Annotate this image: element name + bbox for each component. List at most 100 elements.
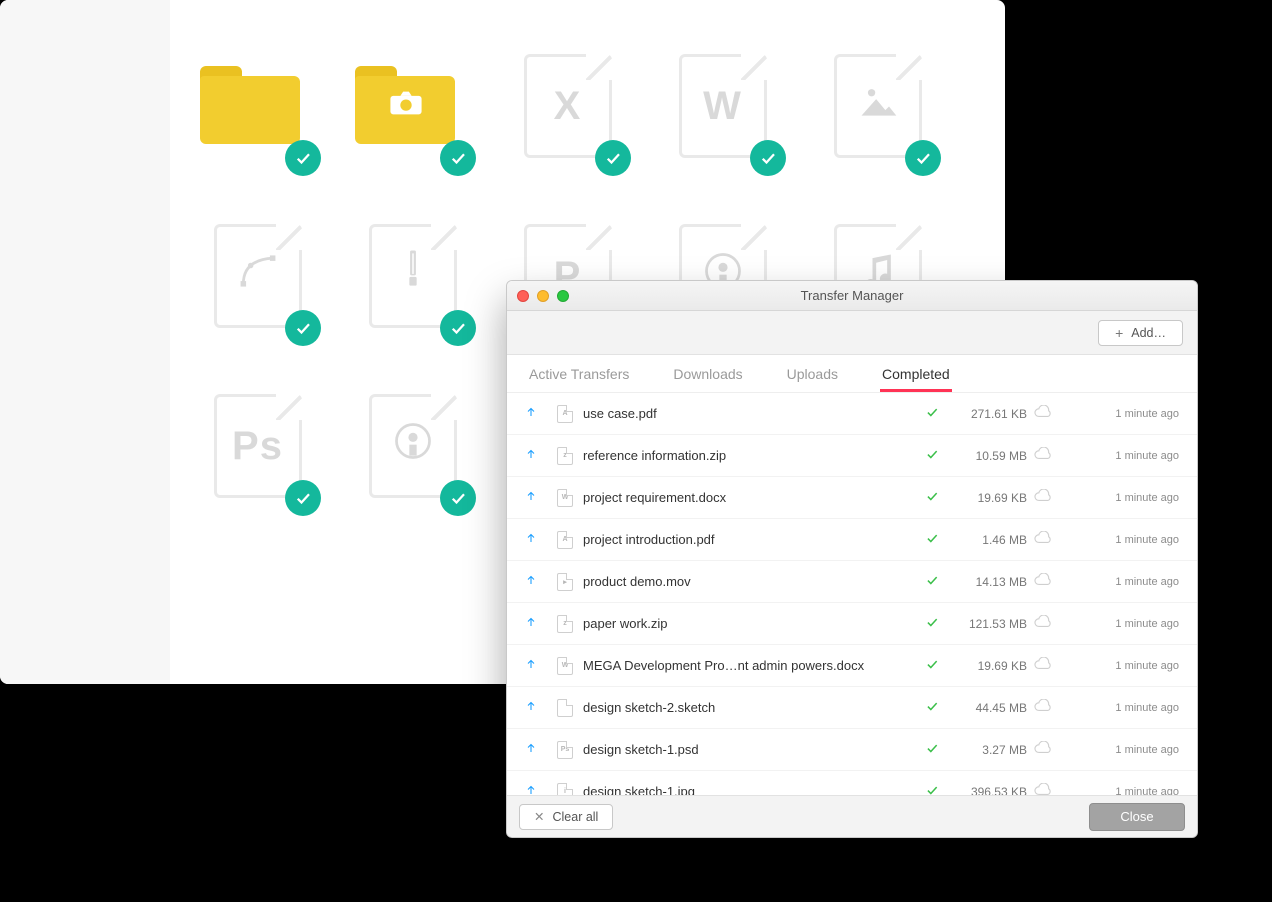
upload-arrow-icon <box>525 574 551 589</box>
tab-completed[interactable]: Completed <box>880 366 952 392</box>
cloud-icon[interactable] <box>1033 615 1073 632</box>
cloud-icon[interactable] <box>1033 741 1073 758</box>
transfer-row[interactable]: zpaper work.zip121.53 MB1 minute ago <box>507 603 1197 645</box>
file-icon <box>834 54 922 158</box>
folder-tile[interactable] <box>355 50 470 170</box>
file-tile[interactable] <box>355 220 470 340</box>
file-name: project introduction.pdf <box>583 532 919 547</box>
add-button-label: Add… <box>1131 326 1166 340</box>
status-check-icon <box>925 531 949 548</box>
tab-downloads[interactable]: Downloads <box>671 366 744 392</box>
status-check-icon <box>925 615 949 632</box>
transfer-list[interactable]: Ause case.pdf271.61 KB1 minute agozrefer… <box>507 393 1197 795</box>
file-name: MEGA Development Pro…nt admin powers.doc… <box>583 658 919 673</box>
clear-all-label: Clear all <box>552 810 598 824</box>
check-badge-icon <box>285 310 321 346</box>
status-check-icon <box>925 699 949 716</box>
file-tile[interactable] <box>820 50 935 170</box>
clear-all-button[interactable]: ✕ Clear all <box>519 804 613 830</box>
folder-tile[interactable] <box>200 50 315 170</box>
file-name: use case.pdf <box>583 406 919 421</box>
transfer-row[interactable]: zreference information.zip10.59 MB1 minu… <box>507 435 1197 477</box>
cloud-icon[interactable] <box>1033 783 1073 795</box>
cloud-icon[interactable] <box>1033 699 1073 716</box>
cloud-icon[interactable] <box>1033 489 1073 506</box>
upload-arrow-icon <box>525 448 551 463</box>
file-time: 1 minute ago <box>1079 492 1179 504</box>
cloud-icon[interactable] <box>1033 573 1073 590</box>
file-time: 1 minute ago <box>1079 786 1179 796</box>
file-name: paper work.zip <box>583 616 919 631</box>
upload-arrow-icon <box>525 532 551 547</box>
status-check-icon <box>925 657 949 674</box>
upload-arrow-icon <box>525 658 551 673</box>
filetype-icon <box>557 699 573 717</box>
file-tile[interactable]: Ps <box>200 390 315 510</box>
filetype-icon: Ps <box>557 741 573 759</box>
filetype-icon: W <box>557 657 573 675</box>
transfer-row[interactable]: Ause case.pdf271.61 KB1 minute ago <box>507 393 1197 435</box>
status-check-icon <box>925 783 949 795</box>
file-time: 1 minute ago <box>1079 450 1179 462</box>
filetype-icon: ▸ <box>557 573 573 591</box>
titlebar[interactable]: Transfer Manager <box>507 281 1197 311</box>
file-name: product demo.mov <box>583 574 919 589</box>
toolbar: + Add… <box>507 311 1197 355</box>
file-name: design sketch-1.jpg <box>583 784 919 795</box>
file-tile[interactable]: W <box>665 50 780 170</box>
transfer-row[interactable]: Aproject introduction.pdf1.46 MB1 minute… <box>507 519 1197 561</box>
check-badge-icon <box>440 480 476 516</box>
cloud-icon[interactable] <box>1033 405 1073 422</box>
check-badge-icon <box>750 140 786 176</box>
cloud-icon[interactable] <box>1033 531 1073 548</box>
status-check-icon <box>925 741 949 758</box>
filetype-icon: z <box>557 447 573 465</box>
check-badge-icon <box>285 140 321 176</box>
cloud-icon[interactable] <box>1033 657 1073 674</box>
file-size: 396.53 KB <box>955 785 1027 796</box>
transfer-row[interactable]: design sketch-2.sketch44.45 MB1 minute a… <box>507 687 1197 729</box>
file-type-glyph: Ps <box>232 424 283 469</box>
upload-arrow-icon <box>525 700 551 715</box>
file-time: 1 minute ago <box>1079 618 1179 630</box>
file-time: 1 minute ago <box>1079 534 1179 546</box>
transfer-row[interactable]: W MEGA Development Pro…nt admin powers.do… <box>507 645 1197 687</box>
close-button[interactable]: Close <box>1089 803 1185 831</box>
tabs: Active Transfers Downloads Uploads Complete… <box>507 355 1197 393</box>
transfer-row[interactable]: Wproject requirement.docx19.69 KB1 minut… <box>507 477 1197 519</box>
file-time: 1 minute ago <box>1079 576 1179 588</box>
file-type-glyph <box>236 249 280 303</box>
folder-icon <box>200 66 300 144</box>
file-name: design sketch-1.psd <box>583 742 919 757</box>
check-badge-icon <box>905 140 941 176</box>
file-size: 19.69 KB <box>955 659 1027 673</box>
file-time: 1 minute ago <box>1079 744 1179 756</box>
tab-uploads[interactable]: Uploads <box>785 366 840 392</box>
transfer-row[interactable]: ▸product demo.mov14.13 MB1 minute ago <box>507 561 1197 603</box>
transfer-row[interactable]: idesign sketch-1.jpg396.53 KB1 minute ag… <box>507 771 1197 795</box>
transfer-manager-window: Transfer Manager + Add… Active Transfers… <box>506 280 1198 838</box>
file-size: 10.59 MB <box>955 449 1027 463</box>
file-tile[interactable]: X <box>510 50 625 170</box>
file-type-glyph <box>856 79 900 133</box>
file-type-glyph: X <box>554 84 582 129</box>
file-icon <box>369 224 457 328</box>
upload-arrow-icon <box>525 784 551 795</box>
add-button[interactable]: + Add… <box>1098 320 1183 346</box>
file-tile[interactable] <box>355 390 470 510</box>
file-icon: W <box>679 54 767 158</box>
file-type-glyph <box>391 249 435 303</box>
x-icon: ✕ <box>534 809 544 824</box>
file-type-glyph: W <box>703 84 742 129</box>
file-icon: X <box>524 54 612 158</box>
file-icon <box>214 224 302 328</box>
tab-active-transfers[interactable]: Active Transfers <box>527 366 631 392</box>
file-grid-sidebar <box>0 0 170 684</box>
file-time: 1 minute ago <box>1079 702 1179 714</box>
plus-icon: + <box>1115 325 1123 341</box>
transfer-row[interactable]: Psdesign sketch-1.psd3.27 MB1 minute ago <box>507 729 1197 771</box>
file-tile[interactable] <box>200 220 315 340</box>
file-icon: Ps <box>214 394 302 498</box>
cloud-icon[interactable] <box>1033 447 1073 464</box>
check-badge-icon <box>595 140 631 176</box>
